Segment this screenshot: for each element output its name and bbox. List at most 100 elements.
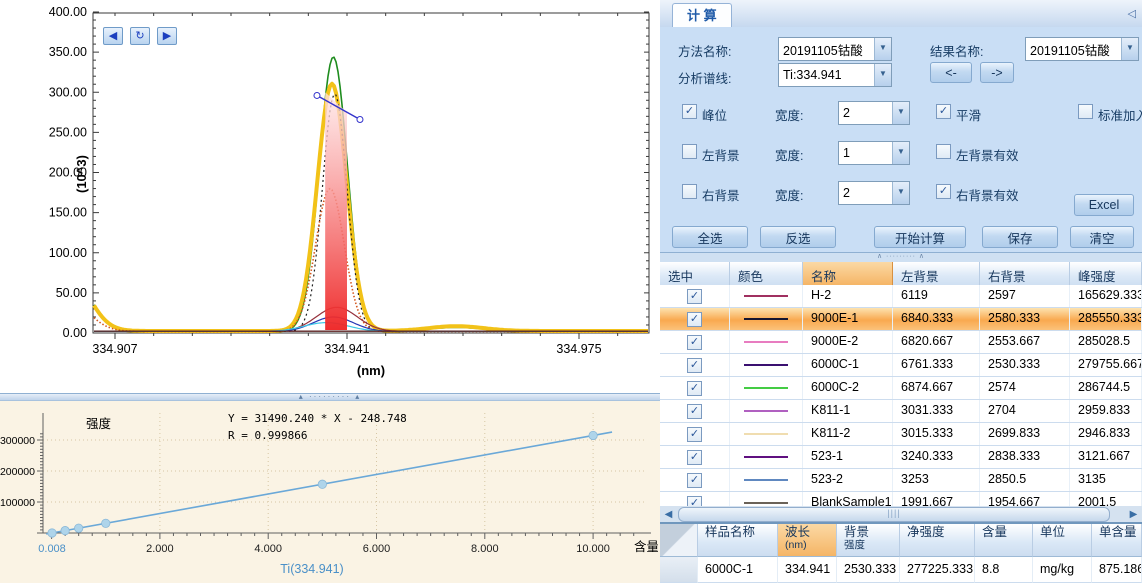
tab-calculate[interactable]: 计 算 [672,3,732,28]
clear-button[interactable]: 清空 [1070,226,1134,248]
prev-line-button[interactable]: <- [930,62,972,83]
row-selector-cell[interactable] [660,557,698,583]
peak-checkbox[interactable]: ✓ [682,104,697,119]
row-checkbox[interactable]: ✓ [687,473,702,488]
peak-width-select[interactable]: 2 ▼ [838,101,910,125]
start-calc-button[interactable]: 开始计算 [874,226,966,248]
table-row[interactable]: ✓BlankSample11991.6671954.6672001.5 [660,492,1142,506]
analysis-line-select[interactable]: Ti:334.941 ▼ [778,63,892,87]
detail-column-header-5[interactable]: 单位 [1033,524,1092,557]
table-row[interactable]: ✓K811-23015.3332699.8332946.833 [660,423,1142,446]
column-header-4[interactable]: 右背景 [980,262,1070,286]
method-select[interactable]: 20191105钴酸 ▼ [778,37,892,61]
row-right-bg: 2838.333 [980,446,1070,468]
detail-column-header-2[interactable]: 背景强度 [837,524,900,557]
chevron-down-icon[interactable]: ▼ [874,64,891,86]
select-all-button[interactable]: 全选 [672,226,748,248]
table-row[interactable]: ✓9000E-16840.3332580.333285550.333 [660,308,1142,331]
row-checkbox[interactable]: ✓ [687,450,702,465]
color-swatch [744,502,788,504]
chevron-down-icon[interactable]: ▼ [892,182,909,204]
row-checkbox[interactable]: ✓ [687,335,702,350]
scroll-left-icon[interactable]: ◀ [660,506,677,523]
width-label-1: 宽度: [775,105,803,124]
table-row[interactable]: ✓523-13240.3332838.3333121.667 [660,446,1142,469]
smooth-label: 平滑 [956,105,981,124]
column-header-2[interactable]: 名称 [803,262,893,286]
save-button[interactable]: 保存 [982,226,1058,248]
detail-column-header-3[interactable]: 净强度 [900,524,975,557]
row-right-bg: 2597 [980,285,1070,307]
analysis-line-label: 分析谱线: [678,68,731,87]
svg-text:2.000: 2.000 [146,543,174,555]
scroll-right-icon[interactable]: ▶ [1125,506,1142,523]
svg-text:334.975: 334.975 [556,342,601,356]
svg-text:150.00: 150.00 [49,206,87,220]
table-row[interactable]: ✓6000C-26874.6672574286744.5 [660,377,1142,400]
scrollbar-thumb[interactable]: |||| [678,507,1110,522]
left-bg-checkbox[interactable] [682,144,697,159]
spectrum-plot[interactable]: 0.0050.00100.00150.00200.00250.00300.003… [0,0,660,393]
row-checkbox[interactable]: ✓ [687,358,702,373]
smooth-checkbox[interactable]: ✓ [936,104,951,119]
column-header-5[interactable]: 峰强度 [1070,262,1142,286]
table-row[interactable]: ✓6000C-16761.3332530.333279755.667 [660,354,1142,377]
column-header-1[interactable]: 颜色 [730,262,803,286]
row-checkbox[interactable]: ✓ [687,404,702,419]
chart-prev-button[interactable]: ◀ [103,27,123,45]
chevron-down-icon[interactable]: ▼ [892,142,909,164]
row-name: 9000E-2 [803,331,893,353]
detail-cell-5: mg/kg [1033,557,1092,583]
column-header-0[interactable]: 选中 [660,262,730,286]
result-select[interactable]: 20191105钴酸 ▼ [1025,37,1139,61]
collapse-panel-icon[interactable]: ◁ [1128,7,1136,20]
calibration-chart-panel[interactable]: 1000002000003000000.0082.0004.0006.0008.… [0,400,661,583]
row-checkbox[interactable]: ✓ [687,289,702,304]
calibration-plot[interactable]: 1000002000003000000.0082.0004.0006.0008.… [0,401,658,582]
svg-text:334.907: 334.907 [92,342,137,356]
chevron-down-icon[interactable]: ▼ [874,38,891,60]
detail-column-header-4[interactable]: 含量 [975,524,1033,557]
detail-column-header-6[interactable]: 单含量 [1092,524,1142,557]
detail-column-header-0[interactable]: 样品名称 [698,524,778,557]
row-peak: 286744.5 [1070,377,1142,399]
spectrum-chart-panel[interactable]: 0.0050.00100.00150.00200.00250.00300.003… [0,0,661,393]
left-bg-valid-checkbox[interactable] [936,144,951,159]
row-checkbox[interactable]: ✓ [687,496,702,507]
excel-button[interactable]: Excel [1074,194,1134,216]
right-width-select[interactable]: 2 ▼ [838,181,910,205]
horizontal-scrollbar[interactable]: ◀ |||| ▶ [660,506,1142,523]
detail-table-row[interactable]: 6000C-1334.9412530.333277225.3338.8mg/kg… [660,557,1142,583]
row-checkbox[interactable]: ✓ [687,312,702,327]
invert-selection-button[interactable]: 反选 [760,226,836,248]
chart-refresh-button[interactable]: ↻ [130,27,150,45]
table-row[interactable]: ✓9000E-26820.6672553.667285028.5 [660,331,1142,354]
left-width-select[interactable]: 1 ▼ [838,141,910,165]
standard-addition-checkbox[interactable] [1078,104,1093,119]
next-line-button[interactable]: -> [980,62,1014,83]
chevron-down-icon[interactable]: ▼ [1121,38,1138,60]
detail-column-header-1[interactable]: 波长(nm) [778,524,837,557]
control-panel: 方法名称: 20191105钴酸 ▼ 结果名称: 20191105钴酸 ▼ 分析… [660,27,1142,252]
table-row[interactable]: ✓523-232532850.53135 [660,469,1142,492]
color-swatch [744,410,788,412]
right-bg-checkbox[interactable] [682,184,697,199]
svg-text:350.00: 350.00 [49,45,87,59]
row-name: 6000C-1 [803,354,893,376]
row-left-bg: 3031.333 [893,400,980,422]
chart-next-button[interactable]: ▶ [157,27,177,45]
svg-text:8.000: 8.000 [471,543,499,555]
right-bg-valid-checkbox[interactable]: ✓ [936,184,951,199]
peak-width-value: 2 [839,106,892,120]
row-checkbox[interactable]: ✓ [687,381,702,396]
tab-bar: 计 算 ◁ [660,0,1142,28]
table-splitter-handle[interactable]: ∧ ········· ∧ [660,253,1142,262]
chevron-down-icon[interactable]: ▼ [892,102,909,124]
color-swatch [744,479,788,481]
row-checkbox[interactable]: ✓ [687,427,702,442]
column-header-3[interactable]: 左背景 [893,262,980,286]
svg-text:10.000: 10.000 [576,543,610,555]
row-peak: 285028.5 [1070,331,1142,353]
table-row[interactable]: ✓K811-13031.33327042959.833 [660,400,1142,423]
table-row[interactable]: ✓H-261192597165629.333 [660,285,1142,308]
